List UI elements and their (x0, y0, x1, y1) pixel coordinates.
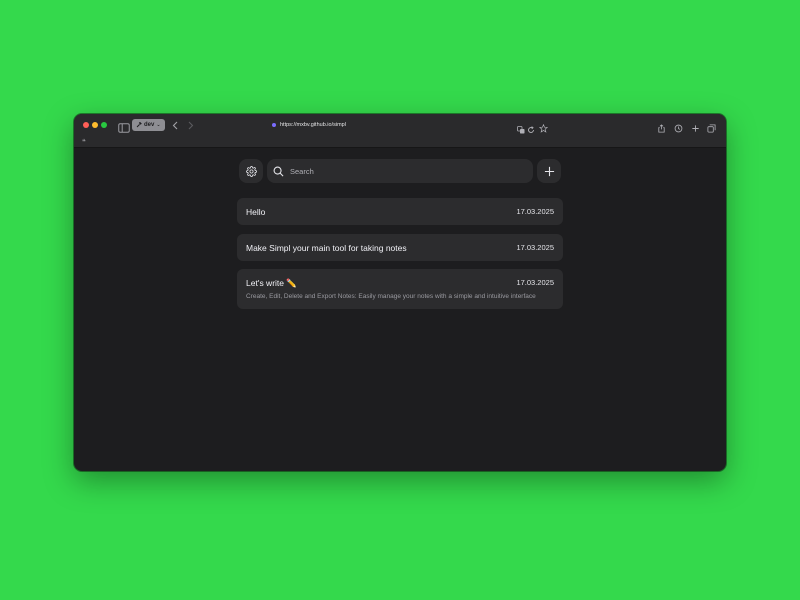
gear-icon (245, 165, 257, 177)
profile-selector[interactable]: dev ⌄ (132, 119, 165, 131)
history-icon[interactable] (674, 120, 683, 133)
translate-icon[interactable] (517, 121, 525, 134)
address-bar[interactable]: https://mxbv.github.io/simpl (267, 118, 535, 134)
minimize-window-button[interactable] (92, 122, 98, 128)
chevron-right-icon[interactable] (186, 119, 196, 131)
note-item[interactable]: Hello 17.03.2025 (237, 198, 563, 225)
browser-toolbar: dev ⌄ https://mxbv.github.io/simpl ❝ (74, 114, 726, 148)
note-date: 17.03.2025 (516, 207, 554, 216)
note-title: Let's write ✏️ (246, 278, 297, 288)
note-preview: Create, Edit, Delete and Export Notes: E… (246, 293, 536, 300)
note-item[interactable]: Make Simpl your main tool for taking not… (237, 234, 563, 261)
app-content: Hello 17.03.2025 Make Simpl your main to… (74, 148, 726, 471)
site-favicon (272, 123, 276, 127)
note-title: Make Simpl your main tool for taking not… (246, 243, 407, 253)
tabs-overview-icon[interactable] (707, 120, 716, 133)
chevron-down-icon: ⌄ (156, 122, 161, 128)
chevron-left-icon[interactable] (170, 119, 180, 131)
note-title: Hello (246, 207, 266, 217)
add-note-button[interactable] (537, 159, 561, 183)
close-window-button[interactable] (83, 122, 89, 128)
search-icon (273, 166, 284, 176)
note-item[interactable]: Let's write ✏️ 17.03.2025 Create, Edit, … (237, 269, 563, 309)
note-date: 17.03.2025 (516, 278, 554, 287)
bookmark-quote-icon[interactable]: ❝ (82, 138, 86, 146)
profile-label: dev (144, 122, 155, 128)
reload-icon[interactable] (527, 121, 535, 133)
new-tab-icon[interactable] (691, 120, 700, 132)
search-input[interactable] (290, 166, 510, 176)
address-url: https://mxbv.github.io/simpl (280, 122, 346, 128)
sidebar-icon[interactable] (118, 120, 130, 133)
zoom-window-button[interactable] (101, 122, 107, 128)
star-icon[interactable] (538, 120, 549, 133)
settings-button[interactable] (239, 159, 263, 183)
hammer-icon (136, 122, 142, 128)
browser-window: dev ⌄ https://mxbv.github.io/simpl ❝ Sea… (74, 114, 726, 471)
share-icon[interactable] (657, 120, 666, 133)
note-date: 17.03.2025 (516, 243, 554, 252)
plus-icon (544, 166, 554, 176)
search-bar (267, 159, 533, 183)
